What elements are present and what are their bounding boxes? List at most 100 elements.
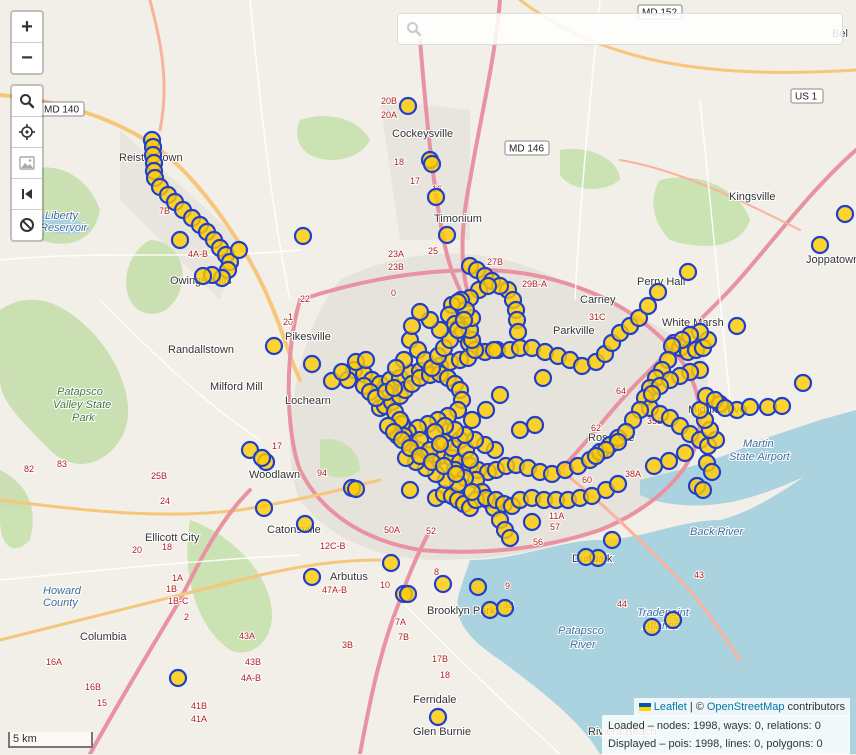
poi-marker[interactable]	[678, 262, 698, 282]
displayed-counts: Displayed – pois: 1998, lines: 0, polygo…	[608, 738, 823, 750]
loaded-counts: Loaded – nodes: 1998, ways: 0, relations…	[608, 720, 821, 732]
poi-marker[interactable]	[490, 385, 510, 405]
poi-marker[interactable]	[402, 316, 422, 336]
poi-marker[interactable]	[525, 415, 545, 435]
poi-marker[interactable]	[468, 577, 488, 597]
poi-marker[interactable]	[422, 154, 442, 174]
poi-marker[interactable]	[642, 617, 662, 637]
poi-marker[interactable]	[193, 266, 213, 286]
exit-label: 7A	[395, 617, 406, 627]
poi-marker[interactable]	[478, 276, 498, 296]
poi-marker[interactable]	[835, 204, 855, 224]
poi-marker[interactable]	[772, 396, 792, 416]
poi-marker[interactable]	[252, 448, 272, 468]
poi-marker[interactable]	[508, 322, 528, 342]
search-input[interactable]	[422, 15, 842, 43]
poi-marker[interactable]	[384, 378, 404, 398]
poi-marker[interactable]	[510, 420, 530, 440]
poi-marker[interactable]	[663, 610, 683, 630]
poi-marker[interactable]	[386, 358, 406, 378]
poi-marker[interactable]	[293, 226, 313, 246]
poi-marker[interactable]	[302, 567, 322, 587]
poi-marker[interactable]	[727, 316, 747, 336]
exit-label: 64	[616, 386, 626, 396]
search-tool-button[interactable]	[12, 86, 42, 117]
image-export-button[interactable]	[12, 148, 42, 179]
poi-marker[interactable]	[793, 373, 813, 393]
poi-marker[interactable]	[302, 354, 322, 374]
poi-marker[interactable]	[648, 282, 668, 302]
poi-marker[interactable]	[480, 600, 500, 620]
exit-label: 41A	[191, 714, 207, 724]
poi-marker[interactable]	[476, 400, 496, 420]
exit-label: 41B	[191, 701, 207, 711]
poi-marker[interactable]	[448, 292, 468, 312]
poi-marker[interactable]	[715, 398, 735, 418]
poi-marker[interactable]	[346, 479, 366, 499]
zoom-in-button[interactable]: +	[12, 12, 42, 43]
poi-marker[interactable]	[675, 443, 695, 463]
poi-marker[interactable]	[500, 528, 520, 548]
leaflet-link[interactable]: Leaflet	[654, 701, 687, 713]
exit-label: 20B	[381, 96, 397, 106]
poi-marker[interactable]	[295, 514, 315, 534]
osm-link[interactable]: OpenStreetMap	[707, 701, 785, 713]
poi-marker[interactable]	[170, 230, 190, 250]
poi-marker[interactable]	[400, 480, 420, 500]
map-canvas[interactable]: ReisterstownOwings MillsCockeysvilleTimo…	[0, 0, 856, 754]
poi-marker[interactable]	[608, 474, 628, 494]
skip-back-button[interactable]	[12, 179, 42, 210]
poi-marker[interactable]	[693, 480, 713, 500]
exit-label: 4A-B	[241, 673, 261, 683]
poi-marker[interactable]	[533, 368, 553, 388]
poi-marker[interactable]	[446, 464, 466, 484]
place-label: Columbia	[80, 631, 127, 643]
search-box[interactable]	[397, 13, 843, 45]
zoom-out-button[interactable]: −	[12, 43, 42, 73]
poi-marker[interactable]	[168, 668, 188, 688]
poi-marker[interactable]	[460, 450, 480, 470]
poi-marker[interactable]	[810, 235, 830, 255]
exit-label: 18	[440, 670, 450, 680]
poi-marker[interactable]	[602, 530, 622, 550]
poi-marker[interactable]	[428, 707, 448, 727]
poi-marker[interactable]	[356, 350, 376, 370]
exit-label: 1	[288, 312, 293, 322]
poi-marker[interactable]	[229, 240, 249, 260]
poi-marker[interactable]	[659, 451, 679, 471]
poi-marker[interactable]	[484, 340, 504, 360]
cancel-button[interactable]	[12, 210, 42, 240]
poi-marker[interactable]	[398, 584, 418, 604]
park-label: Patapsco	[57, 386, 103, 398]
exit-label: 16A	[46, 657, 62, 667]
poi-marker[interactable]	[462, 410, 482, 430]
poi-marker[interactable]	[740, 397, 760, 417]
poi-marker[interactable]	[426, 187, 446, 207]
poi-marker[interactable]	[332, 362, 352, 382]
poi-marker[interactable]	[254, 498, 274, 518]
poi-marker[interactable]	[642, 384, 662, 404]
poi-marker[interactable]	[702, 462, 722, 482]
poi-marker[interactable]	[430, 434, 450, 454]
poi-marker[interactable]	[522, 512, 542, 532]
park-label: Valley State	[53, 399, 111, 411]
poi-marker[interactable]	[576, 547, 596, 567]
poi-marker[interactable]	[264, 336, 284, 356]
water-label: Patapsco	[558, 625, 604, 637]
locate-button[interactable]	[12, 117, 42, 148]
poi-marker[interactable]	[433, 574, 453, 594]
poi-marker[interactable]	[644, 456, 664, 476]
poi-marker[interactable]	[638, 296, 658, 316]
poi-marker[interactable]	[381, 553, 401, 573]
poi-marker[interactable]	[586, 446, 606, 466]
poi-marker[interactable]	[495, 598, 515, 618]
poi-marker[interactable]	[437, 225, 457, 245]
exit-label: 25	[428, 246, 438, 256]
poi-marker[interactable]	[454, 310, 474, 330]
locate-icon	[19, 124, 35, 140]
poi-marker[interactable]	[398, 96, 418, 116]
exit-label: 1A	[172, 573, 183, 583]
exit-label: 9	[505, 581, 510, 591]
exit-label: 12C-B	[320, 541, 346, 551]
status-panel: Loaded – nodes: 1998, ways: 0, relations…	[602, 715, 850, 755]
